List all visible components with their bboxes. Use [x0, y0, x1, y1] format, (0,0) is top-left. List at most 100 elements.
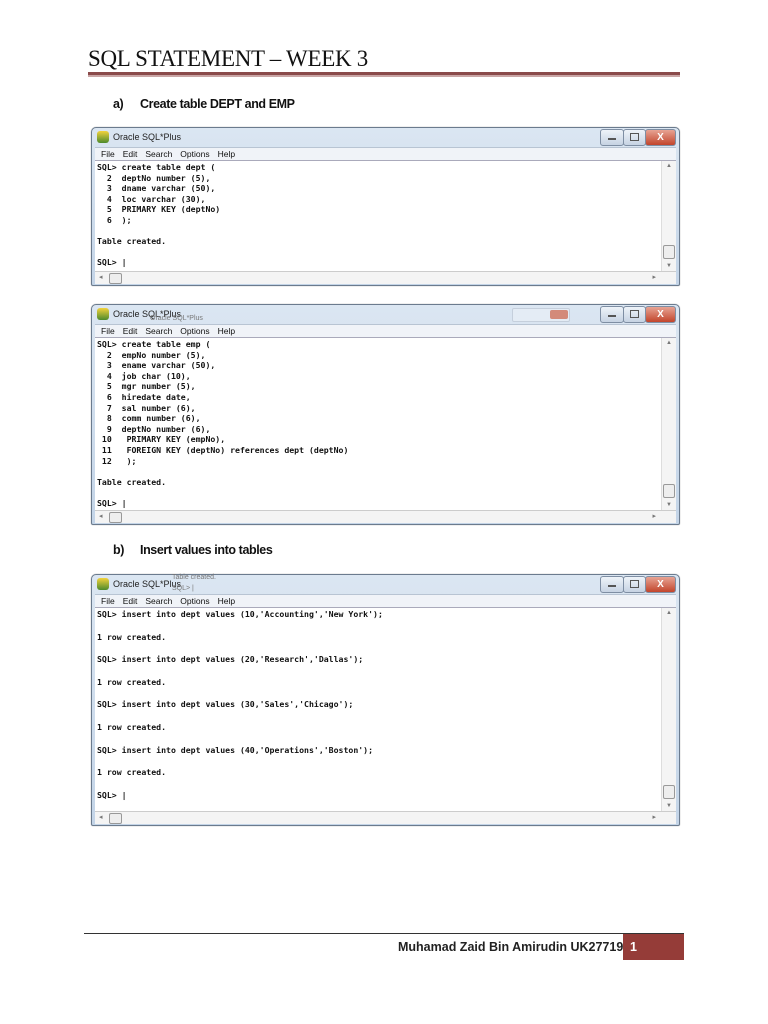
console-line: SQL> insert into dept values (10,'Accoun…: [97, 609, 383, 619]
console-line: SQL> insert into dept values (20,'Resear…: [97, 654, 364, 665]
console-output[interactable]: SQL> create table emp ( 2 empNo number (…: [95, 337, 676, 510]
vertical-scrollbar[interactable]: ▲ ▼: [661, 338, 676, 510]
console-line: 2 empNo number (5),: [97, 349, 206, 360]
horizontal-scrollbar[interactable]: ◂ ▸: [95, 811, 676, 824]
horizontal-scrollbar[interactable]: ◂ ▸: [95, 271, 676, 284]
menu-file[interactable]: File: [101, 326, 115, 336]
menu-file[interactable]: File: [101, 596, 115, 606]
console-line: 5 mgr number (5),: [97, 381, 196, 392]
console-line: 6 );: [97, 214, 132, 225]
footer-author: Muhamad Zaid Bin Amirudin UK27719: [398, 940, 624, 954]
menu-search[interactable]: Search: [145, 149, 172, 159]
ghost-window-controls: [512, 308, 570, 322]
console-output[interactable]: SQL> insert into dept values (10,'Accoun…: [95, 607, 676, 811]
sqlplus-window-insert-values: Oracle SQL*Plus Table created. SQL> | X F…: [91, 574, 680, 826]
console-line: 7 sal number (6),: [97, 402, 196, 413]
menu-bar: File Edit Search Options Help: [95, 147, 676, 160]
menu-options[interactable]: Options: [180, 326, 209, 336]
scroll-thumb[interactable]: [109, 273, 122, 284]
section-heading-a: a) Create table DEPT and EMP: [113, 97, 295, 111]
menu-search[interactable]: Search: [145, 326, 172, 336]
title-bar[interactable]: Oracle SQL*Plus Oracle SQL*Plus X: [92, 305, 679, 324]
menu-options[interactable]: Options: [180, 596, 209, 606]
maximize-button[interactable]: [623, 576, 646, 593]
scroll-thumb[interactable]: [663, 785, 675, 799]
window-title: Oracle SQL*Plus: [113, 579, 182, 589]
close-button[interactable]: X: [645, 576, 676, 593]
scroll-left-arrow-icon[interactable]: ◂: [99, 512, 103, 520]
scroll-thumb[interactable]: [109, 512, 122, 523]
scroll-thumb[interactable]: [109, 813, 122, 824]
menu-help[interactable]: Help: [218, 326, 235, 336]
menu-options[interactable]: Options: [180, 149, 209, 159]
title-rule-shadow: [88, 75, 680, 77]
menu-help[interactable]: Help: [218, 149, 235, 159]
ghost-console-line: Table created.: [172, 574, 216, 581]
menu-edit[interactable]: Edit: [123, 596, 138, 606]
menu-file[interactable]: File: [101, 149, 115, 159]
page-number: 1: [623, 934, 684, 960]
scroll-down-arrow-icon[interactable]: ▼: [666, 502, 672, 508]
oracle-app-icon: [97, 578, 109, 590]
scroll-down-arrow-icon[interactable]: ▼: [666, 263, 672, 269]
menu-edit[interactable]: Edit: [123, 149, 138, 159]
console-line: 9 deptNo number (6),: [97, 423, 211, 434]
scroll-thumb[interactable]: [663, 484, 675, 498]
console-line: 4 job char (10),: [97, 370, 191, 381]
scroll-left-arrow-icon[interactable]: ◂: [99, 273, 103, 281]
menu-edit[interactable]: Edit: [123, 326, 138, 336]
scroll-left-arrow-icon[interactable]: ◂: [99, 813, 103, 821]
console-output[interactable]: SQL> create table dept ( 2 deptNo number…: [95, 160, 676, 271]
console-line: SQL> create table dept (: [97, 162, 216, 172]
console-line: 5 PRIMARY KEY (deptNo): [97, 204, 221, 215]
close-button[interactable]: X: [645, 129, 676, 146]
title-bar[interactable]: Oracle SQL*Plus X: [92, 128, 679, 147]
section-heading-b: b) Insert values into tables: [113, 543, 273, 557]
maximize-button[interactable]: [623, 129, 646, 146]
scroll-right-arrow-icon[interactable]: ▸: [652, 273, 656, 281]
scroll-right-arrow-icon[interactable]: ▸: [652, 813, 656, 821]
scroll-down-arrow-icon[interactable]: ▼: [666, 803, 672, 809]
sqlplus-window-create-dept: Oracle SQL*Plus X File Edit Search Options H…: [91, 127, 680, 286]
minimize-button[interactable]: [600, 129, 624, 146]
horizontal-scrollbar[interactable]: ◂ ▸: [95, 510, 676, 523]
scroll-up-arrow-icon[interactable]: ▲: [666, 610, 672, 616]
console-line: 6 hiredate date,: [97, 391, 191, 402]
close-button[interactable]: X: [645, 306, 676, 323]
vertical-scrollbar[interactable]: ▲ ▼: [661, 608, 676, 811]
minimize-button[interactable]: [600, 576, 624, 593]
menu-help[interactable]: Help: [218, 596, 235, 606]
vertical-scrollbar[interactable]: ▲ ▼: [661, 161, 676, 271]
title-bar[interactable]: Oracle SQL*Plus Table created. SQL> | X: [92, 574, 679, 594]
console-line: 11 FOREIGN KEY (deptNo) references dept …: [97, 444, 349, 455]
console-line: SQL> insert into dept values (40,'Operat…: [97, 744, 374, 755]
minimize-button[interactable]: [600, 306, 624, 323]
scroll-thumb[interactable]: [663, 245, 675, 259]
scroll-right-arrow-icon[interactable]: ▸: [652, 512, 656, 520]
console-line: 1 row created.: [97, 721, 167, 732]
console-line: Table created.: [97, 476, 167, 487]
scroll-up-arrow-icon[interactable]: ▲: [666, 340, 672, 346]
console-line: 3 ename varchar (50),: [97, 360, 216, 371]
console-line: SQL> |: [97, 497, 127, 508]
window-title: Oracle SQL*Plus: [113, 132, 182, 142]
console-line: SQL> insert into dept values (30,'Sales'…: [97, 699, 354, 710]
section-label: a): [113, 97, 124, 111]
oracle-app-icon: [97, 308, 109, 320]
console-line: 12 );: [97, 455, 137, 466]
sqlplus-window-create-emp: Oracle SQL*Plus Oracle SQL*Plus X File Edi…: [91, 304, 680, 525]
scroll-up-arrow-icon[interactable]: ▲: [666, 163, 672, 169]
maximize-button[interactable]: [623, 306, 646, 323]
console-line: SQL> |: [97, 789, 127, 800]
document-page: SQL STATEMENT – WEEK 3 a) Create table DE…: [0, 0, 768, 1024]
section-text: Insert values into tables: [140, 543, 273, 557]
ghost-window-title: Oracle SQL*Plus: [150, 315, 203, 322]
menu-search[interactable]: Search: [145, 596, 172, 606]
